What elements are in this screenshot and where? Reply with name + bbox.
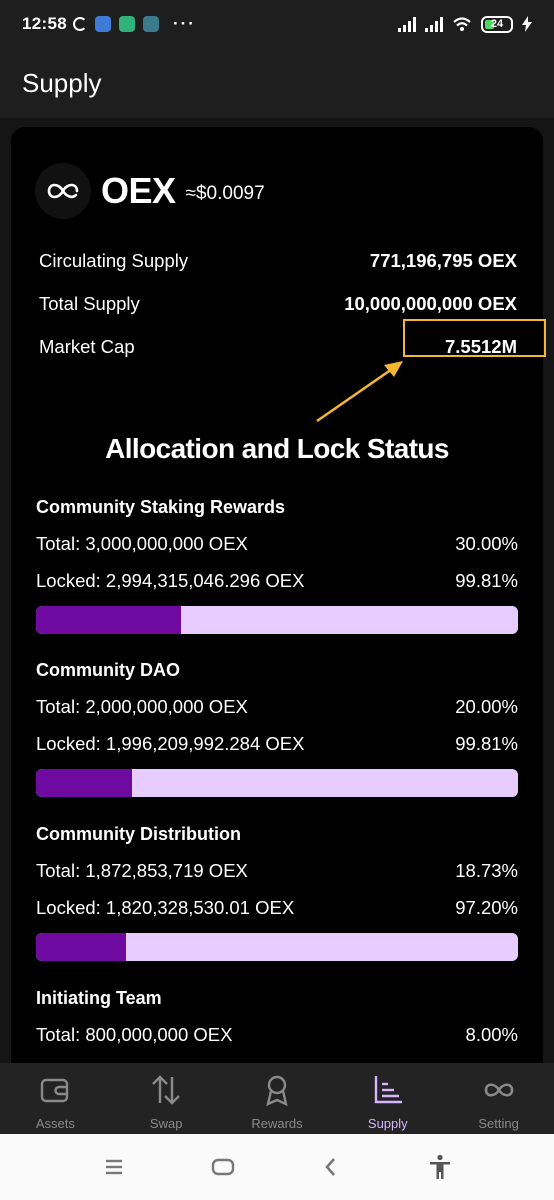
allocation-locked-pct: 99.81% (455, 733, 518, 754)
back-icon[interactable] (317, 1153, 345, 1181)
page-title: Supply (22, 67, 102, 98)
allocation-total: Total: 3,000,000,000 OEX (36, 533, 248, 554)
app-notification-icon (118, 16, 135, 32)
token-symbol: OEX (101, 170, 176, 211)
market-cap-label: Market Cap (39, 336, 135, 357)
allocation-total-pct: 18.73% (455, 860, 518, 881)
allocation-locked-pct: 99.81% (455, 570, 518, 591)
app-notification-icon (94, 16, 111, 32)
allocation-total: Total: 1,872,853,719 OEX (36, 860, 248, 881)
medal-icon (266, 1075, 288, 1107)
app-header: Supply (0, 48, 554, 118)
allocation-locked: Locked: 1,996,209,992.284 OEX (36, 733, 305, 754)
allocation-title: Initiating Team (36, 988, 162, 1008)
circulating-supply-value: 771,196,795 OEX (369, 250, 517, 271)
status-time: 12:58 (22, 14, 67, 33)
allocation-title: Community DAO (36, 660, 180, 680)
battery-level: 24 (490, 18, 504, 30)
allocation-locked: Locked: 1,820,328,530.01 OEX (36, 897, 295, 918)
circulating-supply-label: Circulating Supply (39, 250, 189, 271)
allocation-item: Community Distribution Total: 1,872,853,… (36, 824, 518, 961)
allocation-item: Community DAO Total: 2,000,000,000 OEX 20… (36, 660, 518, 797)
allocation-progress-bar (36, 606, 518, 634)
bar-chart-icon (374, 1076, 402, 1104)
allocation-progress-fill (36, 606, 181, 634)
tab-swap[interactable]: Swap (111, 1063, 222, 1134)
status-bar: 12:58 ··· 24 (0, 0, 554, 48)
total-supply-value: 10,000,000,000 OEX (344, 293, 517, 314)
allocation-locked: Locked: 2,994,315,046.296 OEX (36, 570, 305, 591)
market-cap-highlight (403, 319, 546, 357)
signal-icon (425, 16, 443, 32)
allocation-total-pct: 20.00% (455, 696, 518, 717)
allocation-title: Community Staking Rewards (36, 497, 286, 517)
allocation-total-pct: 30.00% (455, 533, 518, 554)
main-content[interactable]: OEX ≈$0.0097 Circulating Supply 771,196,… (0, 118, 554, 1063)
allocation-total: Total: 2,000,000,000 OEX (36, 696, 248, 717)
menu-icon[interactable] (100, 1153, 128, 1181)
allocation-item: Initiating Team Total: 800,000,000 OEX 8.… (36, 988, 518, 1046)
token-price: ≈$0.0097 (185, 183, 265, 204)
tab-label: Setting (478, 1116, 519, 1131)
app-notification-icon (142, 16, 159, 32)
tab-supply[interactable]: Supply (332, 1063, 443, 1134)
allocation-progress-fill (36, 769, 133, 797)
oex-logo-icon (35, 163, 91, 219)
more-notifications-icon: ··· (172, 14, 196, 33)
circulating-supply-row: Circulating Supply 771,196,795 OEX (39, 250, 517, 272)
swap-arrows-icon (152, 1075, 181, 1105)
tab-label: Swap (149, 1116, 183, 1131)
tab-label: Assets (35, 1116, 75, 1131)
system-nav-bar (0, 1134, 554, 1200)
battery-icon: 24 (481, 15, 513, 33)
token-header: OEX ≈$0.0097 (35, 163, 265, 219)
accessibility-icon[interactable] (426, 1153, 454, 1181)
home-icon[interactable] (209, 1153, 237, 1181)
allocation-total-pct: 8.00% (465, 1024, 518, 1045)
allocation-item: Community Staking Rewards Total: 3,000,0… (36, 497, 518, 634)
total-supply-row: Total Supply 10,000,000,000 OEX (39, 293, 517, 315)
sync-icon (72, 17, 87, 31)
tab-label: Supply (367, 1116, 408, 1131)
annotation-arrow-icon (316, 361, 403, 423)
wifi-icon (453, 17, 471, 31)
allocation-progress-bar (36, 933, 518, 961)
allocation-total: Total: 800,000,000 OEX (36, 1024, 233, 1045)
tab-label: Rewards (251, 1116, 303, 1131)
allocation-progress-fill (36, 933, 127, 961)
supply-card: OEX ≈$0.0097 Circulating Supply 771,196,… (11, 127, 546, 1063)
bottom-tab-bar: Assets Swap Rewards Supply Setting (0, 1063, 554, 1134)
allocation-locked-pct: 97.20% (455, 897, 518, 918)
allocation-progress-bar (36, 769, 518, 797)
infinity-icon (484, 1083, 513, 1097)
allocation-heading: Allocation and Lock Status (105, 433, 449, 464)
tab-setting[interactable]: Setting (443, 1063, 554, 1134)
tab-rewards[interactable]: Rewards (222, 1063, 333, 1134)
total-supply-label: Total Supply (39, 293, 140, 314)
tab-assets[interactable]: Assets (0, 1063, 111, 1134)
signal-icon (398, 16, 416, 32)
wallet-icon (41, 1078, 69, 1103)
charging-icon (522, 16, 532, 32)
allocation-title: Community Distribution (36, 824, 241, 844)
